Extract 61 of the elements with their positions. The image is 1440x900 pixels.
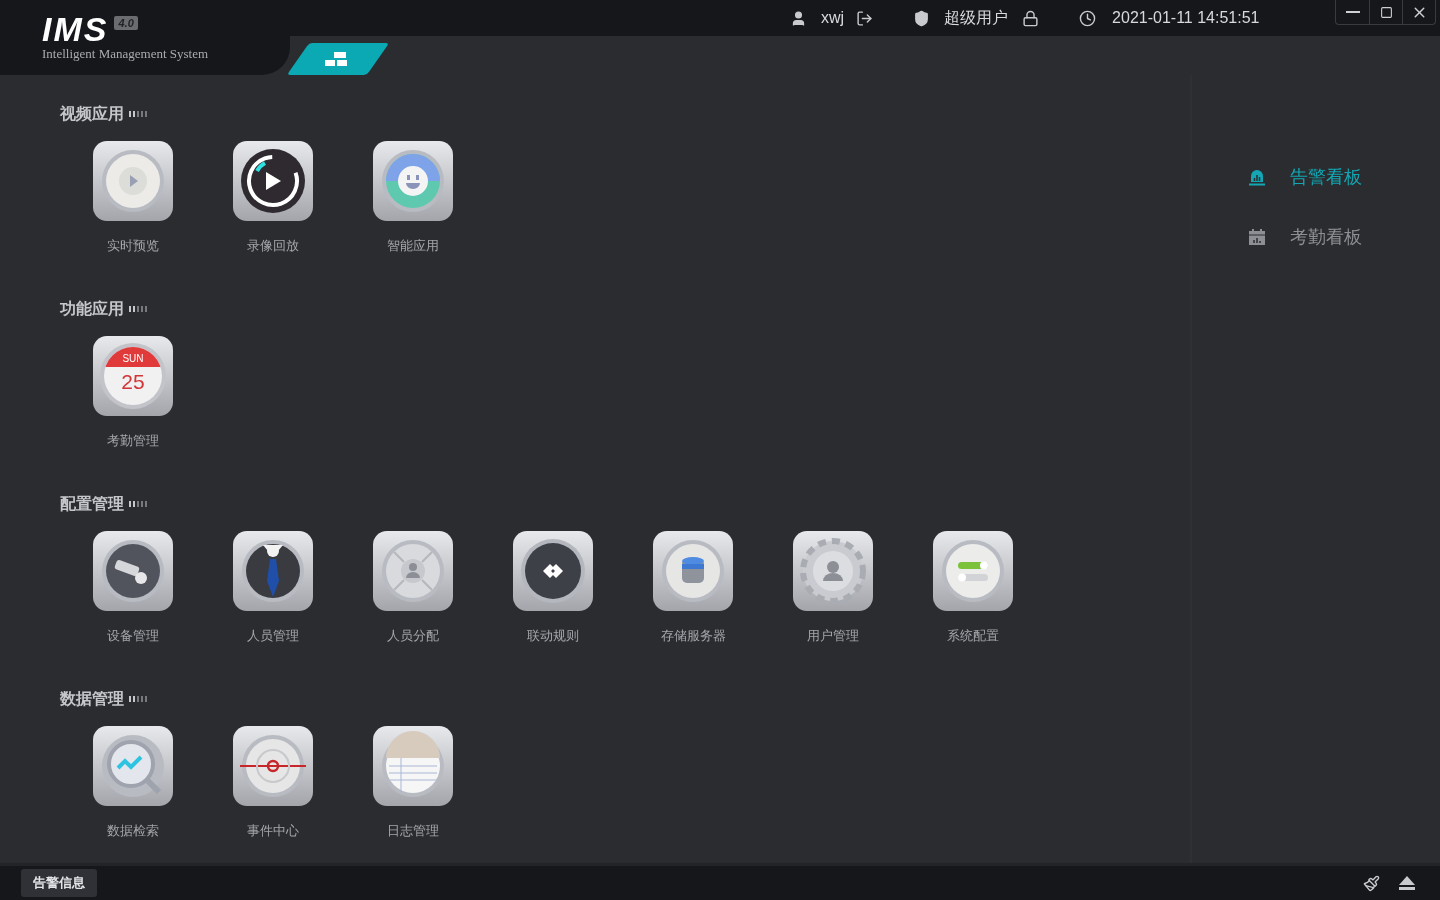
app-tile-button[interactable] (373, 141, 453, 221)
logo-subtitle: Intelligent Management System (42, 46, 210, 62)
bars-icon (129, 305, 149, 313)
app-tile-button[interactable] (653, 531, 733, 611)
app-tile-button[interactable]: SUN 25 (93, 336, 173, 416)
bars-icon (129, 500, 149, 508)
minimize-icon (1345, 11, 1360, 13)
datetime-text: 2021-01-11 14:51:51 (1112, 9, 1260, 27)
app-label: 人员管理 (247, 627, 299, 645)
section-title: 视频应用 (60, 103, 124, 124)
app-label: 存储服务器 (660, 627, 726, 645)
broom-icon[interactable] (1363, 874, 1380, 892)
app-label: 系统配置 (947, 627, 999, 645)
shield-icon (913, 9, 931, 27)
app-label: 设备管理 (107, 627, 159, 645)
app-label: 用户管理 (807, 627, 859, 645)
app-label: 事件中心 (247, 822, 299, 840)
app-tile-button[interactable] (233, 726, 313, 806)
bars-icon (129, 695, 149, 703)
link-icon (518, 536, 588, 606)
bars-icon (129, 110, 149, 118)
app-label: 智能应用 (387, 237, 439, 255)
logout-icon[interactable] (856, 9, 874, 27)
app-label: 录像回放 (247, 237, 299, 255)
app-tile-button[interactable] (513, 531, 593, 611)
app-tile-button[interactable] (233, 531, 313, 611)
app-label: 考勤管理 (107, 432, 159, 450)
maximize-icon (1379, 5, 1393, 19)
home-button[interactable] (286, 43, 390, 75)
alert-info-button[interactable]: 告警信息 (21, 869, 97, 897)
lock-icon[interactable] (1022, 9, 1040, 27)
section-title: 数据管理 (60, 688, 124, 709)
app-label: 数据检索 (107, 822, 159, 840)
section-title: 功能应用 (60, 298, 124, 319)
calendar-day-text: SUN (104, 347, 162, 367)
app-label: 实时预览 (107, 237, 159, 255)
username-text: xwj (821, 9, 845, 27)
version-badge: 4.0 (114, 16, 138, 30)
clock-icon (1079, 9, 1097, 27)
dashboard-menu-item[interactable]: 考勤看板 (1192, 225, 1440, 249)
calendar-chart-icon (1248, 228, 1266, 246)
user-icon (790, 9, 807, 27)
app-tile-button[interactable] (93, 531, 173, 611)
app-label: 人员分配 (387, 627, 439, 645)
eject-icon[interactable] (1398, 875, 1416, 891)
app-tile-button[interactable] (93, 141, 173, 221)
app-tile-button[interactable] (373, 726, 453, 806)
app-tile-button[interactable] (933, 531, 1013, 611)
calendar-date-text: 25 (121, 370, 145, 394)
app-label: 日志管理 (387, 822, 439, 840)
app-tile-button[interactable] (93, 726, 173, 806)
record-icon (238, 146, 308, 216)
role-text: 超级用户 (944, 7, 1009, 28)
app-tile-button[interactable] (793, 531, 873, 611)
alarm-chart-icon (1248, 168, 1266, 186)
logo-text: IMS (42, 14, 109, 44)
app-label: 联动规则 (527, 627, 579, 645)
dashboard-menu-item[interactable]: 告警看板 (1192, 165, 1440, 189)
section-title: 配置管理 (60, 493, 124, 514)
app-tile-button[interactable] (373, 531, 453, 611)
app-tile-button[interactable] (233, 141, 313, 221)
